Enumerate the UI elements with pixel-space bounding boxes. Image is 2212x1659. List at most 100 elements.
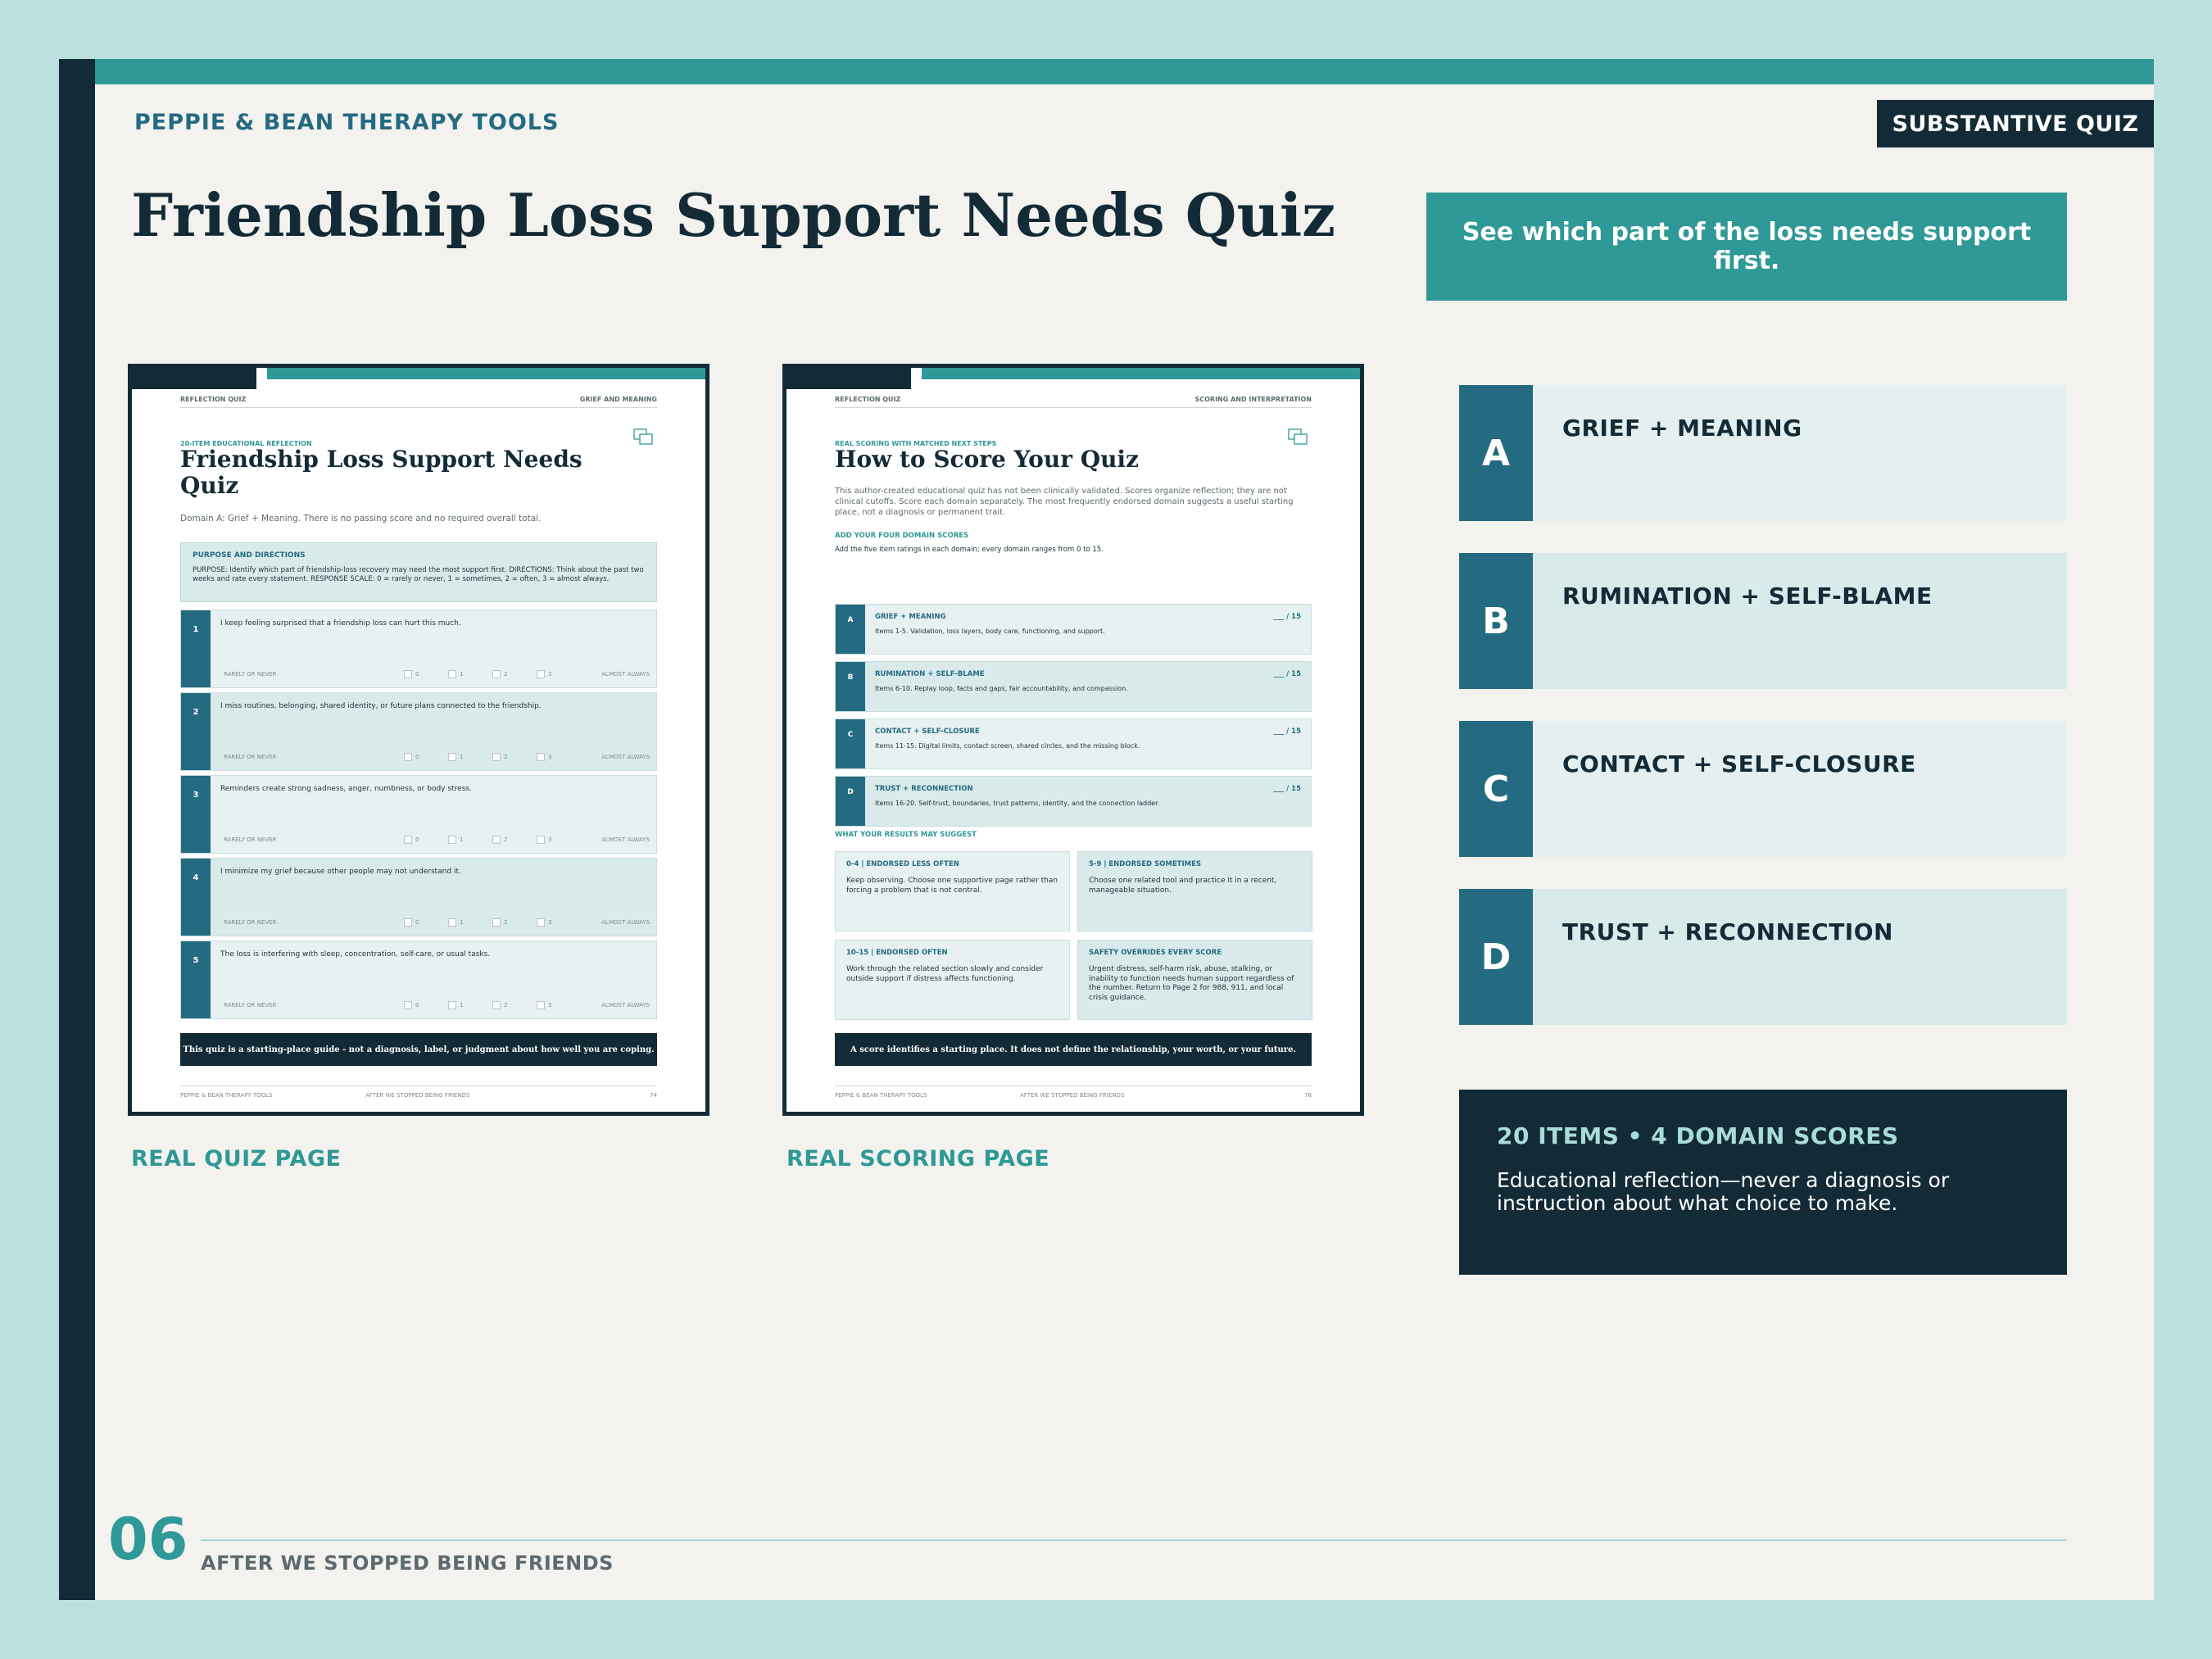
rating-option[interactable]: 1 bbox=[448, 1001, 463, 1009]
rating-option[interactable]: 3 bbox=[537, 918, 551, 927]
thumb-subtitle: Domain A: Grief + Meaning. There is no p… bbox=[180, 514, 542, 524]
domain-card-c: C CONTACT + SELF-CLOSURE bbox=[1459, 721, 2067, 857]
scale-high-label: ALMOST ALWAYS bbox=[601, 919, 650, 926]
quiz-item: 3 Reminders create strong sadness, anger… bbox=[180, 775, 657, 854]
quiz-item: 2 I miss routines, belonging, shared ide… bbox=[180, 692, 657, 771]
rating-option[interactable]: 1 bbox=[448, 753, 463, 761]
domain-name: CONTACT + SELF-CLOSURE bbox=[875, 728, 980, 736]
rating-option[interactable]: 2 bbox=[492, 918, 507, 927]
purpose-heading: PURPOSE AND DIRECTIONS bbox=[193, 551, 306, 560]
domain-score-blank[interactable]: ___ / 15 bbox=[1273, 785, 1301, 793]
top-accent-bar bbox=[95, 59, 2154, 84]
quiz-page-caption: REAL QUIZ PAGE bbox=[131, 1146, 342, 1172]
thumb-tab-teal bbox=[922, 368, 1360, 379]
scale-high-label: ALMOST ALWAYS bbox=[601, 836, 650, 843]
purpose-box: PURPOSE AND DIRECTIONS PURPOSE: Identify… bbox=[180, 542, 657, 602]
left-accent-bar bbox=[59, 59, 95, 1600]
domain-score-blank[interactable]: ___ / 15 bbox=[1273, 728, 1301, 736]
domain-description: Items 6-10. Replay loop, facts and gaps,… bbox=[875, 685, 1128, 692]
rating-option[interactable]: 1 bbox=[448, 670, 463, 678]
rating-option[interactable]: 3 bbox=[537, 670, 551, 678]
domain-score-row: A GRIEF + MEANING Items 1-5. Validation,… bbox=[835, 604, 1312, 655]
callout-box: See which part of the loss needs support… bbox=[1426, 193, 2067, 301]
rating-option[interactable]: 0 bbox=[404, 670, 419, 678]
rating-option[interactable]: 0 bbox=[404, 1001, 419, 1009]
rating-option[interactable]: 0 bbox=[404, 836, 419, 844]
result-band: 10-15 | ENDORSED OFTEN Work through the … bbox=[835, 940, 1070, 1020]
domain-letter: B bbox=[1459, 553, 1533, 689]
copy-pages-icon bbox=[1288, 428, 1308, 445]
item-number: 5 bbox=[181, 941, 211, 1018]
domain-letter: A bbox=[1459, 385, 1533, 521]
quiz-item: 1 I keep feeling surprised that a friend… bbox=[180, 610, 657, 688]
thumb-footer-center: AFTER WE STOPPED BEING FRIENDS bbox=[365, 1092, 470, 1099]
rating-option[interactable]: 2 bbox=[492, 1001, 507, 1009]
domain-name: TRUST + RECONNECTION bbox=[875, 785, 973, 793]
summary-box: 20 ITEMS • 4 DOMAIN SCORES Educational r… bbox=[1459, 1090, 2067, 1275]
item-text: I miss routines, belonging, shared ident… bbox=[220, 702, 542, 710]
thumb-footer-center: AFTER WE STOPPED BEING FRIENDS bbox=[1020, 1092, 1125, 1099]
results-label: WHAT YOUR RESULTS MAY SUGGEST bbox=[835, 831, 977, 839]
domain-description: Items 11-15. Digital limits, contact scr… bbox=[875, 742, 1140, 750]
result-band: 0-4 | ENDORSED LESS OFTEN Keep observing… bbox=[835, 851, 1070, 931]
rating-option[interactable]: 3 bbox=[537, 753, 551, 761]
item-number: 2 bbox=[181, 693, 211, 770]
copy-pages-icon bbox=[633, 428, 653, 445]
scale-low-label: RARELY OR NEVER bbox=[224, 1002, 277, 1009]
domain-score-blank[interactable]: ___ / 15 bbox=[1273, 670, 1301, 678]
rating-option[interactable]: 0 bbox=[404, 753, 419, 761]
rating-option[interactable]: 2 bbox=[492, 670, 507, 678]
result-text: Urgent distress, self-harm risk, abuse, … bbox=[1089, 965, 1294, 1003]
thumb-tab-teal bbox=[267, 368, 705, 379]
summary-text: Educational reflection—never a diagnosis… bbox=[1497, 1168, 1950, 1215]
rating-option[interactable]: 0 bbox=[404, 918, 419, 927]
domain-card-a: A GRIEF + MEANING bbox=[1459, 385, 2067, 521]
rating-option[interactable]: 3 bbox=[537, 1001, 551, 1009]
domain-name: TRUST + RECONNECTION bbox=[1562, 918, 1893, 945]
page-title: Friendship Loss Support Needs Quiz bbox=[131, 180, 1336, 250]
thumb-footer-left: PEPPIE & BEAN THERAPY TOOLS bbox=[835, 1092, 927, 1099]
summary-heading: 20 ITEMS • 4 DOMAIN SCORES bbox=[1497, 1122, 1899, 1149]
domain-score-blank[interactable]: ___ / 15 bbox=[1273, 613, 1301, 621]
domain-description: Items 1-5. Validation, loss layers, body… bbox=[875, 628, 1105, 635]
domain-letter: C bbox=[836, 719, 865, 768]
brand-name: PEPPIE & BEAN THERAPY TOOLS bbox=[134, 110, 560, 135]
thumb-header-left: REFLECTION QUIZ bbox=[180, 396, 247, 403]
domain-name: GRIEF + MEANING bbox=[1562, 415, 1802, 442]
thumb-page-number: 78 bbox=[1304, 1092, 1312, 1099]
purpose-text: PURPOSE: Identify which part of friendsh… bbox=[193, 566, 644, 583]
domain-letter: C bbox=[1459, 721, 1533, 857]
domain-score-row: B RUMINATION + SELF-BLAME Items 6-10. Re… bbox=[835, 661, 1312, 712]
thumb-header-rule bbox=[180, 407, 657, 408]
rating-option[interactable]: 2 bbox=[492, 753, 507, 761]
domain-name: RUMINATION + SELF-BLAME bbox=[1562, 582, 1933, 610]
scale-low-label: RARELY OR NEVER bbox=[224, 671, 277, 678]
rating-option[interactable]: 1 bbox=[448, 918, 463, 927]
thumb-header-right: GRIEF AND MEANING bbox=[579, 396, 657, 403]
result-heading: SAFETY OVERRIDES EVERY SCORE bbox=[1089, 949, 1222, 957]
quiz-item: 5 The loss is interfering with sleep, co… bbox=[180, 941, 657, 1019]
add-scores-text: Add the five item ratings in each domain… bbox=[835, 546, 1104, 554]
scale-low-label: RARELY OR NEVER bbox=[224, 836, 277, 843]
thumb-page-number: 74 bbox=[650, 1092, 657, 1099]
rating-option[interactable]: 3 bbox=[537, 836, 551, 844]
item-number: 3 bbox=[181, 776, 211, 853]
domain-letter: B bbox=[836, 662, 865, 711]
domain-name: GRIEF + MEANING bbox=[875, 613, 946, 621]
scoring-page-thumbnail: REFLECTION QUIZ SCORING AND INTERPRETATI… bbox=[782, 364, 1364, 1116]
thumb-header-right: SCORING AND INTERPRETATION bbox=[1194, 396, 1312, 403]
thumb-header-rule bbox=[835, 407, 1312, 408]
quiz-type-badge: SUBSTANTIVE QUIZ bbox=[1877, 100, 2154, 147]
item-number: 1 bbox=[181, 610, 211, 687]
scale-low-label: RARELY OR NEVER bbox=[224, 919, 277, 926]
page-number: 06 bbox=[108, 1506, 188, 1573]
rating-option[interactable]: 1 bbox=[448, 836, 463, 844]
result-text: Keep observing. Choose one supportive pa… bbox=[846, 877, 1058, 895]
rating-option[interactable]: 2 bbox=[492, 836, 507, 844]
thumb-tab-dark bbox=[132, 368, 256, 389]
footer-rule bbox=[201, 1539, 2067, 1541]
domain-description: Items 16-20. Self-trust, boundaries, tru… bbox=[875, 800, 1160, 807]
footer-book-title: AFTER WE STOPPED BEING FRIENDS bbox=[201, 1552, 614, 1575]
quiz-page-thumbnail: REFLECTION QUIZ GRIEF AND MEANING 20-ITE… bbox=[128, 364, 709, 1116]
thumb-tab-dark bbox=[786, 368, 911, 389]
